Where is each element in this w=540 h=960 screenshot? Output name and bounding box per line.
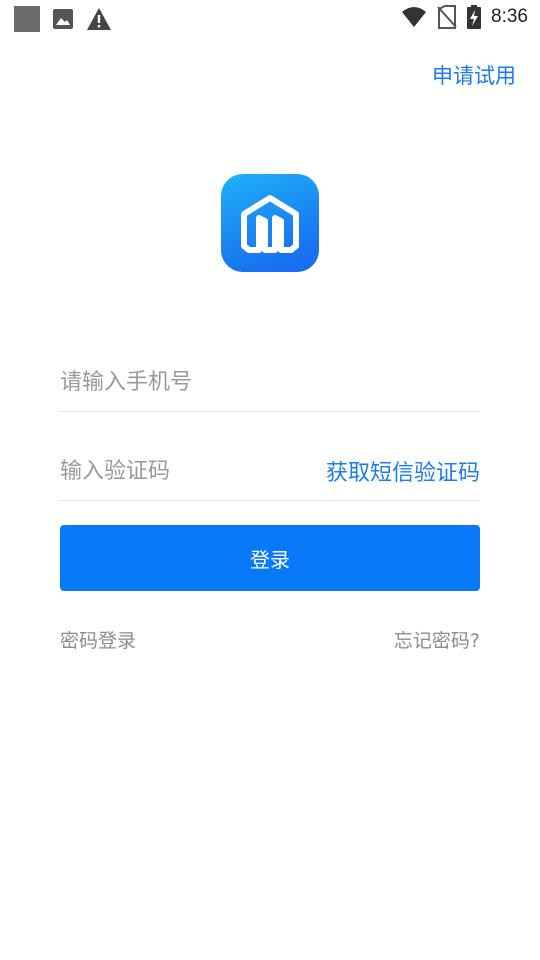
apply-trial-link[interactable]: 申请试用 (432, 60, 516, 90)
forgot-password-link[interactable]: 忘记密码? (394, 626, 480, 653)
status-bar-right: 8:36 (401, 5, 528, 29)
get-sms-code-button[interactable]: 获取短信验证码 (326, 455, 480, 487)
phone-field (60, 356, 480, 412)
status-time: 8:36 (491, 6, 528, 27)
status-bar-left (14, 6, 112, 32)
battery-charging-icon (467, 5, 482, 29)
code-field: 获取短信验证码 (60, 445, 480, 501)
app-logo (221, 174, 319, 272)
square-notification-icon (14, 6, 40, 32)
warning-icon (87, 8, 111, 30)
image-notification-icon (53, 9, 73, 29)
status-bar: 8:36 (0, 0, 540, 36)
wifi-icon (402, 7, 427, 27)
no-sim-icon (437, 5, 457, 29)
phone-input[interactable] (60, 362, 480, 402)
login-button[interactable]: 登录 (60, 525, 480, 591)
app-logo-icon (241, 195, 299, 253)
password-login-link[interactable]: 密码登录 (60, 626, 136, 653)
verification-code-input[interactable] (60, 451, 300, 491)
